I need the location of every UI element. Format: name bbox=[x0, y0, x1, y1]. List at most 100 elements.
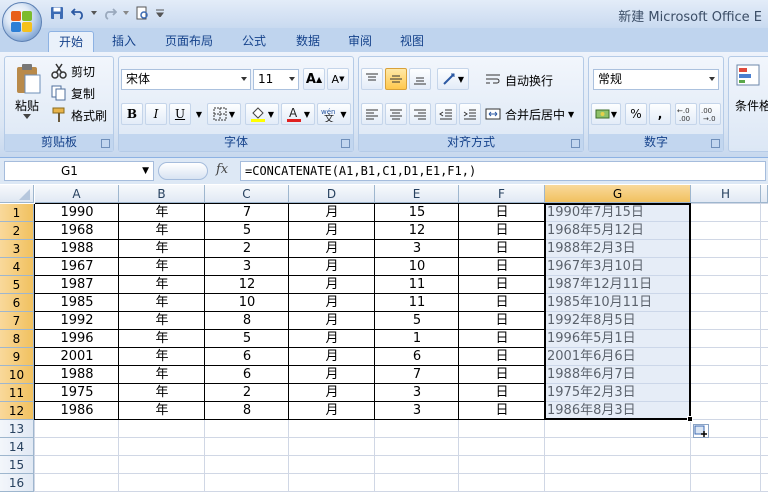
number-format-combo[interactable]: 常规 bbox=[593, 69, 719, 90]
print-preview-icon[interactable] bbox=[133, 4, 151, 22]
undo-icon[interactable] bbox=[69, 4, 87, 22]
cell-e3[interactable]: 3 bbox=[375, 240, 459, 258]
redo-icon[interactable] bbox=[101, 4, 119, 22]
cell-b12[interactable]: 年 bbox=[119, 402, 205, 420]
align-bottom-button[interactable] bbox=[409, 68, 431, 90]
merge-center-button[interactable]: 合并后居中 ▼ bbox=[485, 103, 574, 125]
redo-dropdown-icon[interactable] bbox=[122, 4, 130, 22]
cell-d10[interactable]: 月 bbox=[289, 366, 375, 384]
fx-icon[interactable]: fx bbox=[216, 162, 228, 177]
cell-e4[interactable]: 10 bbox=[375, 258, 459, 276]
cell-e8[interactable]: 1 bbox=[375, 330, 459, 348]
decrease-indent-button[interactable] bbox=[435, 103, 457, 125]
cell-b3[interactable]: 年 bbox=[119, 240, 205, 258]
number-launcher-icon[interactable] bbox=[711, 139, 720, 148]
cell-f9[interactable]: 日 bbox=[459, 348, 545, 366]
clipboard-launcher-icon[interactable] bbox=[101, 139, 110, 148]
borders-button[interactable]: ▼ bbox=[207, 103, 241, 125]
office-button[interactable] bbox=[2, 2, 42, 42]
cell-c6[interactable]: 10 bbox=[205, 294, 289, 312]
increase-indent-button[interactable] bbox=[459, 103, 481, 125]
comma-style-button[interactable]: , bbox=[649, 103, 671, 125]
cell-a2[interactable]: 1968 bbox=[35, 222, 119, 240]
tab-page-layout[interactable]: 页面布局 bbox=[156, 31, 222, 52]
cell-a7[interactable]: 1992 bbox=[35, 312, 119, 330]
cell-f3[interactable]: 日 bbox=[459, 240, 545, 258]
orientation-button[interactable]: ▼ bbox=[437, 68, 469, 90]
cell-a5[interactable]: 1987 bbox=[35, 276, 119, 294]
cell-f5[interactable]: 日 bbox=[459, 276, 545, 294]
tab-data[interactable]: 数据 bbox=[286, 31, 330, 52]
cell-d7[interactable]: 月 bbox=[289, 312, 375, 330]
fill-handle[interactable] bbox=[687, 416, 693, 422]
conditional-formatting-button[interactable]: 条件格 bbox=[735, 63, 768, 114]
align-left-button[interactable] bbox=[361, 103, 383, 125]
cell-b11[interactable]: 年 bbox=[119, 384, 205, 402]
cell-e11[interactable]: 3 bbox=[375, 384, 459, 402]
bold-button[interactable]: B bbox=[121, 103, 143, 125]
save-icon[interactable] bbox=[48, 4, 66, 22]
align-top-button[interactable] bbox=[361, 68, 383, 90]
cell-b5[interactable]: 年 bbox=[119, 276, 205, 294]
cell-f7[interactable]: 日 bbox=[459, 312, 545, 330]
cell-c1[interactable]: 7 bbox=[205, 204, 289, 222]
cell-c4[interactable]: 3 bbox=[205, 258, 289, 276]
cell-c12[interactable]: 8 bbox=[205, 402, 289, 420]
cell-b10[interactable]: 年 bbox=[119, 366, 205, 384]
wrap-text-button[interactable]: 自动换行 bbox=[485, 69, 553, 91]
tab-view[interactable]: 视图 bbox=[390, 31, 434, 52]
cell-f11[interactable]: 日 bbox=[459, 384, 545, 402]
cell-d6[interactable]: 月 bbox=[289, 294, 375, 312]
tab-formulas[interactable]: 公式 bbox=[232, 31, 276, 52]
cell-b4[interactable]: 年 bbox=[119, 258, 205, 276]
cell-f6[interactable]: 日 bbox=[459, 294, 545, 312]
tab-review[interactable]: 审阅 bbox=[338, 31, 382, 52]
cell-b6[interactable]: 年 bbox=[119, 294, 205, 312]
cell-d5[interactable]: 月 bbox=[289, 276, 375, 294]
cell-d8[interactable]: 月 bbox=[289, 330, 375, 348]
cell-b9[interactable]: 年 bbox=[119, 348, 205, 366]
cell-f1[interactable]: 日 bbox=[459, 204, 545, 222]
cell-c10[interactable]: 6 bbox=[205, 366, 289, 384]
underline-button[interactable]: U bbox=[169, 103, 191, 125]
tab-insert[interactable]: 插入 bbox=[100, 31, 148, 52]
cell-f8[interactable]: 日 bbox=[459, 330, 545, 348]
cell-d3[interactable]: 月 bbox=[289, 240, 375, 258]
tab-home[interactable]: 开始 bbox=[48, 31, 94, 52]
cell-d2[interactable]: 月 bbox=[289, 222, 375, 240]
shrink-font-button[interactable]: A ▼ bbox=[327, 68, 349, 90]
cell-e12[interactable]: 3 bbox=[375, 402, 459, 420]
cell-c7[interactable]: 8 bbox=[205, 312, 289, 330]
cell-c9[interactable]: 6 bbox=[205, 348, 289, 366]
cell-f10[interactable]: 日 bbox=[459, 366, 545, 384]
percent-button[interactable]: % bbox=[625, 103, 647, 125]
paste-button[interactable]: 粘贴 bbox=[9, 61, 45, 119]
cell-c3[interactable]: 2 bbox=[205, 240, 289, 258]
cell-a1[interactable]: 1990 bbox=[35, 204, 119, 222]
cell-d4[interactable]: 月 bbox=[289, 258, 375, 276]
fill-color-button[interactable]: ▼ bbox=[245, 103, 279, 125]
underline-dropdown-icon[interactable]: ▼ bbox=[193, 103, 205, 125]
cell-c5[interactable]: 12 bbox=[205, 276, 289, 294]
grow-font-button[interactable]: A ▲ bbox=[303, 68, 325, 90]
cell-e5[interactable]: 11 bbox=[375, 276, 459, 294]
cell-d12[interactable]: 月 bbox=[289, 402, 375, 420]
copy-button[interactable]: 复制 bbox=[51, 83, 95, 103]
font-color-button[interactable]: A ▼ bbox=[281, 103, 315, 125]
font-name-combo[interactable]: 宋体 bbox=[121, 69, 251, 90]
cell-d9[interactable]: 月 bbox=[289, 348, 375, 366]
phonetic-button[interactable]: wén 文 ▼ bbox=[317, 103, 351, 125]
cell-e1[interactable]: 15 bbox=[375, 204, 459, 222]
formula-input[interactable]: =CONCATENATE(A1,B1,C1,D1,E1,F1,) bbox=[240, 161, 766, 181]
font-size-combo[interactable]: 11 bbox=[253, 69, 299, 90]
align-middle-button[interactable] bbox=[385, 68, 407, 90]
cell-c8[interactable]: 5 bbox=[205, 330, 289, 348]
cell-e10[interactable]: 7 bbox=[375, 366, 459, 384]
cell-c11[interactable]: 2 bbox=[205, 384, 289, 402]
undo-dropdown-icon[interactable] bbox=[90, 4, 98, 22]
cell-a9[interactable]: 2001 bbox=[35, 348, 119, 366]
cell-a6[interactable]: 1985 bbox=[35, 294, 119, 312]
cell-e7[interactable]: 5 bbox=[375, 312, 459, 330]
selection-range-g1-g12[interactable] bbox=[544, 203, 691, 420]
customize-qat-icon[interactable] bbox=[154, 4, 166, 22]
